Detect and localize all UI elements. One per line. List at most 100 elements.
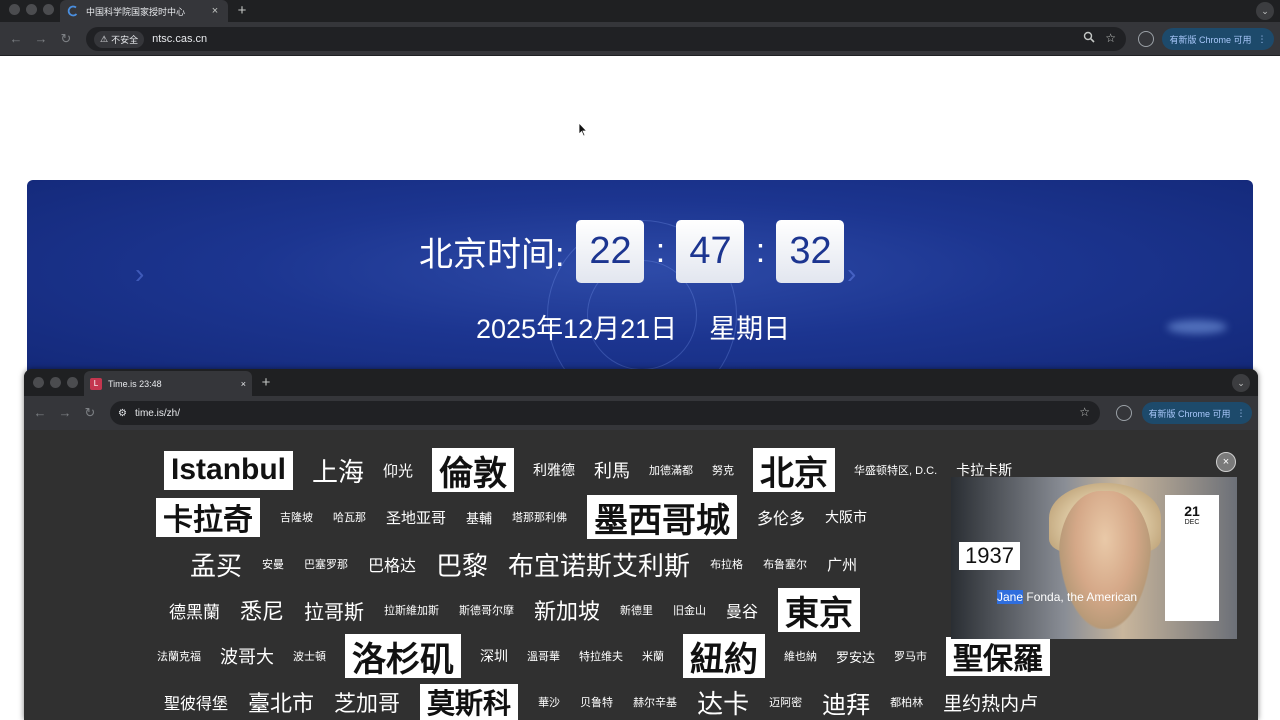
city-link[interactable]: 赫尔辛基	[633, 694, 677, 710]
security-indicator[interactable]: ⚠ 不安全	[94, 30, 145, 48]
city-link[interactable]: 臺北市	[248, 686, 314, 718]
city-link[interactable]: 基輔	[466, 508, 492, 527]
city-link[interactable]: 广州	[827, 554, 857, 575]
back-arrow-icon[interactable]: ←	[8, 31, 24, 46]
city-link[interactable]: 聖彼得堡	[164, 690, 228, 714]
profile-icon[interactable]	[1116, 405, 1132, 421]
city-link[interactable]: 德黑蘭	[169, 598, 220, 623]
city-link[interactable]: 安曼	[262, 556, 284, 572]
window-controls[interactable]	[9, 4, 54, 15]
city-link[interactable]: 贝鲁特	[580, 694, 613, 710]
maximize-window-button[interactable]	[43, 4, 54, 15]
minimize-window-button[interactable]	[26, 4, 37, 15]
city-link[interactable]: 迈阿密	[769, 694, 802, 710]
city-link[interactable]: 紐約	[683, 634, 765, 679]
close-window-button[interactable]	[9, 4, 20, 15]
tab-timeis[interactable]: L Time.is 23:48 ×	[84, 371, 252, 396]
city-link[interactable]: 法蘭克福	[157, 648, 201, 664]
city-link[interactable]: 巴黎	[436, 546, 488, 583]
city-link[interactable]: 波士頓	[293, 648, 326, 664]
inner-window-controls[interactable]	[33, 377, 78, 388]
new-tab-button[interactable]: +	[258, 374, 274, 391]
city-link[interactable]: 曼谷	[726, 598, 758, 622]
forward-arrow-icon[interactable]: →	[33, 31, 49, 46]
city-link[interactable]: 聖保羅	[946, 636, 1051, 676]
city-link[interactable]: 芝加哥	[334, 686, 400, 718]
maximize-window-button[interactable]	[67, 377, 78, 388]
city-link[interactable]: 大阪市	[825, 507, 867, 527]
city-link[interactable]: 華沙	[538, 694, 560, 710]
city-link[interactable]: 巴格达	[368, 552, 416, 576]
back-arrow-icon[interactable]: ←	[32, 405, 48, 420]
city-link[interactable]: 波哥大	[220, 643, 274, 669]
city-link[interactable]: 上海	[312, 452, 364, 489]
tab-close-icon[interactable]: ×	[241, 379, 246, 389]
new-tab-button[interactable]: +	[234, 2, 250, 19]
zoom-icon[interactable]	[1083, 31, 1095, 46]
city-link[interactable]: 孟买	[190, 546, 242, 583]
city-link[interactable]: 迪拜	[822, 685, 870, 720]
city-link[interactable]: 多伦多	[757, 505, 805, 529]
city-link[interactable]: 米蘭	[642, 648, 664, 664]
city-link[interactable]: 都柏林	[890, 694, 923, 710]
city-link[interactable]: 巴塞罗那	[304, 556, 348, 572]
city-link[interactable]: Istanbul	[164, 450, 294, 490]
city-link[interactable]: 吉隆坡	[280, 509, 313, 525]
city-link[interactable]: 卡拉奇	[156, 497, 260, 537]
city-link[interactable]: 布宜诺斯艾利斯	[508, 546, 690, 583]
profile-icon[interactable]	[1138, 31, 1154, 47]
chrome-update-button[interactable]: 有新版 Chrome 可用 ⋮	[1142, 402, 1252, 424]
city-link[interactable]: 罗马市	[894, 648, 927, 664]
city-link[interactable]: 北京	[753, 448, 836, 493]
tab-search-button[interactable]: ⌄	[1232, 374, 1250, 392]
city-link[interactable]: 华盛顿特区, D.C.	[854, 462, 937, 478]
city-link[interactable]: 新加坡	[534, 594, 600, 626]
city-link[interactable]: 新德里	[620, 602, 653, 618]
city-link[interactable]: 悉尼	[240, 594, 284, 626]
city-link[interactable]: 布拉格	[710, 556, 743, 572]
city-link[interactable]: 利雅德	[533, 460, 575, 480]
city-link[interactable]: 罗安达	[836, 647, 875, 666]
address-bar[interactable]: ⚙ time.is/zh/ ☆	[110, 401, 1100, 425]
city-link[interactable]: 布鲁塞尔	[763, 556, 807, 572]
city-link[interactable]: 利馬	[594, 457, 630, 483]
reload-icon[interactable]: ↻	[58, 31, 74, 47]
chrome-update-button[interactable]: 有新版 Chrome 可用 ⋮	[1162, 28, 1274, 50]
city-link[interactable]: 洛杉矶	[345, 634, 461, 679]
city-link[interactable]: 哈瓦那	[333, 509, 366, 525]
tab-close-icon[interactable]: ×	[208, 5, 222, 17]
tab-search-button[interactable]: ⌄	[1256, 2, 1274, 20]
url-text[interactable]: time.is/zh/	[135, 408, 180, 419]
city-link[interactable]: 拉哥斯	[304, 596, 364, 625]
city-link[interactable]: 斯德哥尔摩	[459, 602, 514, 618]
city-link[interactable]: 特拉维夫	[579, 648, 623, 664]
minimize-window-button[interactable]	[50, 377, 61, 388]
bookmark-star-icon[interactable]: ☆	[1079, 405, 1090, 419]
forward-arrow-icon[interactable]: →	[57, 405, 73, 420]
city-link[interactable]: 加德滿都	[649, 462, 693, 478]
video-popup[interactable]: 21 DEC 1937 Jane Fonda, the American	[951, 477, 1237, 639]
city-link[interactable]: 仰光	[383, 460, 413, 481]
city-link[interactable]: 里约热内卢	[943, 689, 1038, 716]
city-link[interactable]: 莫斯科	[420, 684, 519, 720]
tab-ntsc[interactable]: 中国科学院国家授时中心 ×	[60, 0, 228, 22]
city-link[interactable]: 倫敦	[432, 448, 515, 493]
bookmark-star-icon[interactable]: ☆	[1105, 31, 1116, 46]
city-link[interactable]: 塔那那利佛	[512, 509, 567, 525]
city-link[interactable]: 达卡	[697, 684, 749, 720]
city-link[interactable]: 深圳	[480, 646, 508, 666]
city-link[interactable]: 墨西哥城	[587, 495, 738, 540]
site-settings-icon[interactable]: ⚙	[118, 408, 127, 419]
city-link[interactable]: 維也納	[784, 648, 817, 664]
address-bar[interactable]: ⚠ 不安全 ntsc.cas.cn ☆	[86, 27, 1126, 51]
reload-icon[interactable]: ↻	[82, 405, 98, 421]
city-link[interactable]: 拉斯維加斯	[384, 602, 439, 618]
close-window-button[interactable]	[33, 377, 44, 388]
popup-close-icon[interactable]: ×	[1216, 452, 1236, 472]
city-link[interactable]: 東京	[778, 588, 861, 633]
city-link[interactable]: 圣地亚哥	[386, 507, 446, 528]
url-text[interactable]: ntsc.cas.cn	[152, 33, 207, 45]
city-link[interactable]: 溫哥華	[527, 648, 560, 664]
city-link[interactable]: 旧金山	[673, 602, 706, 618]
city-link[interactable]: 努克	[712, 462, 734, 478]
